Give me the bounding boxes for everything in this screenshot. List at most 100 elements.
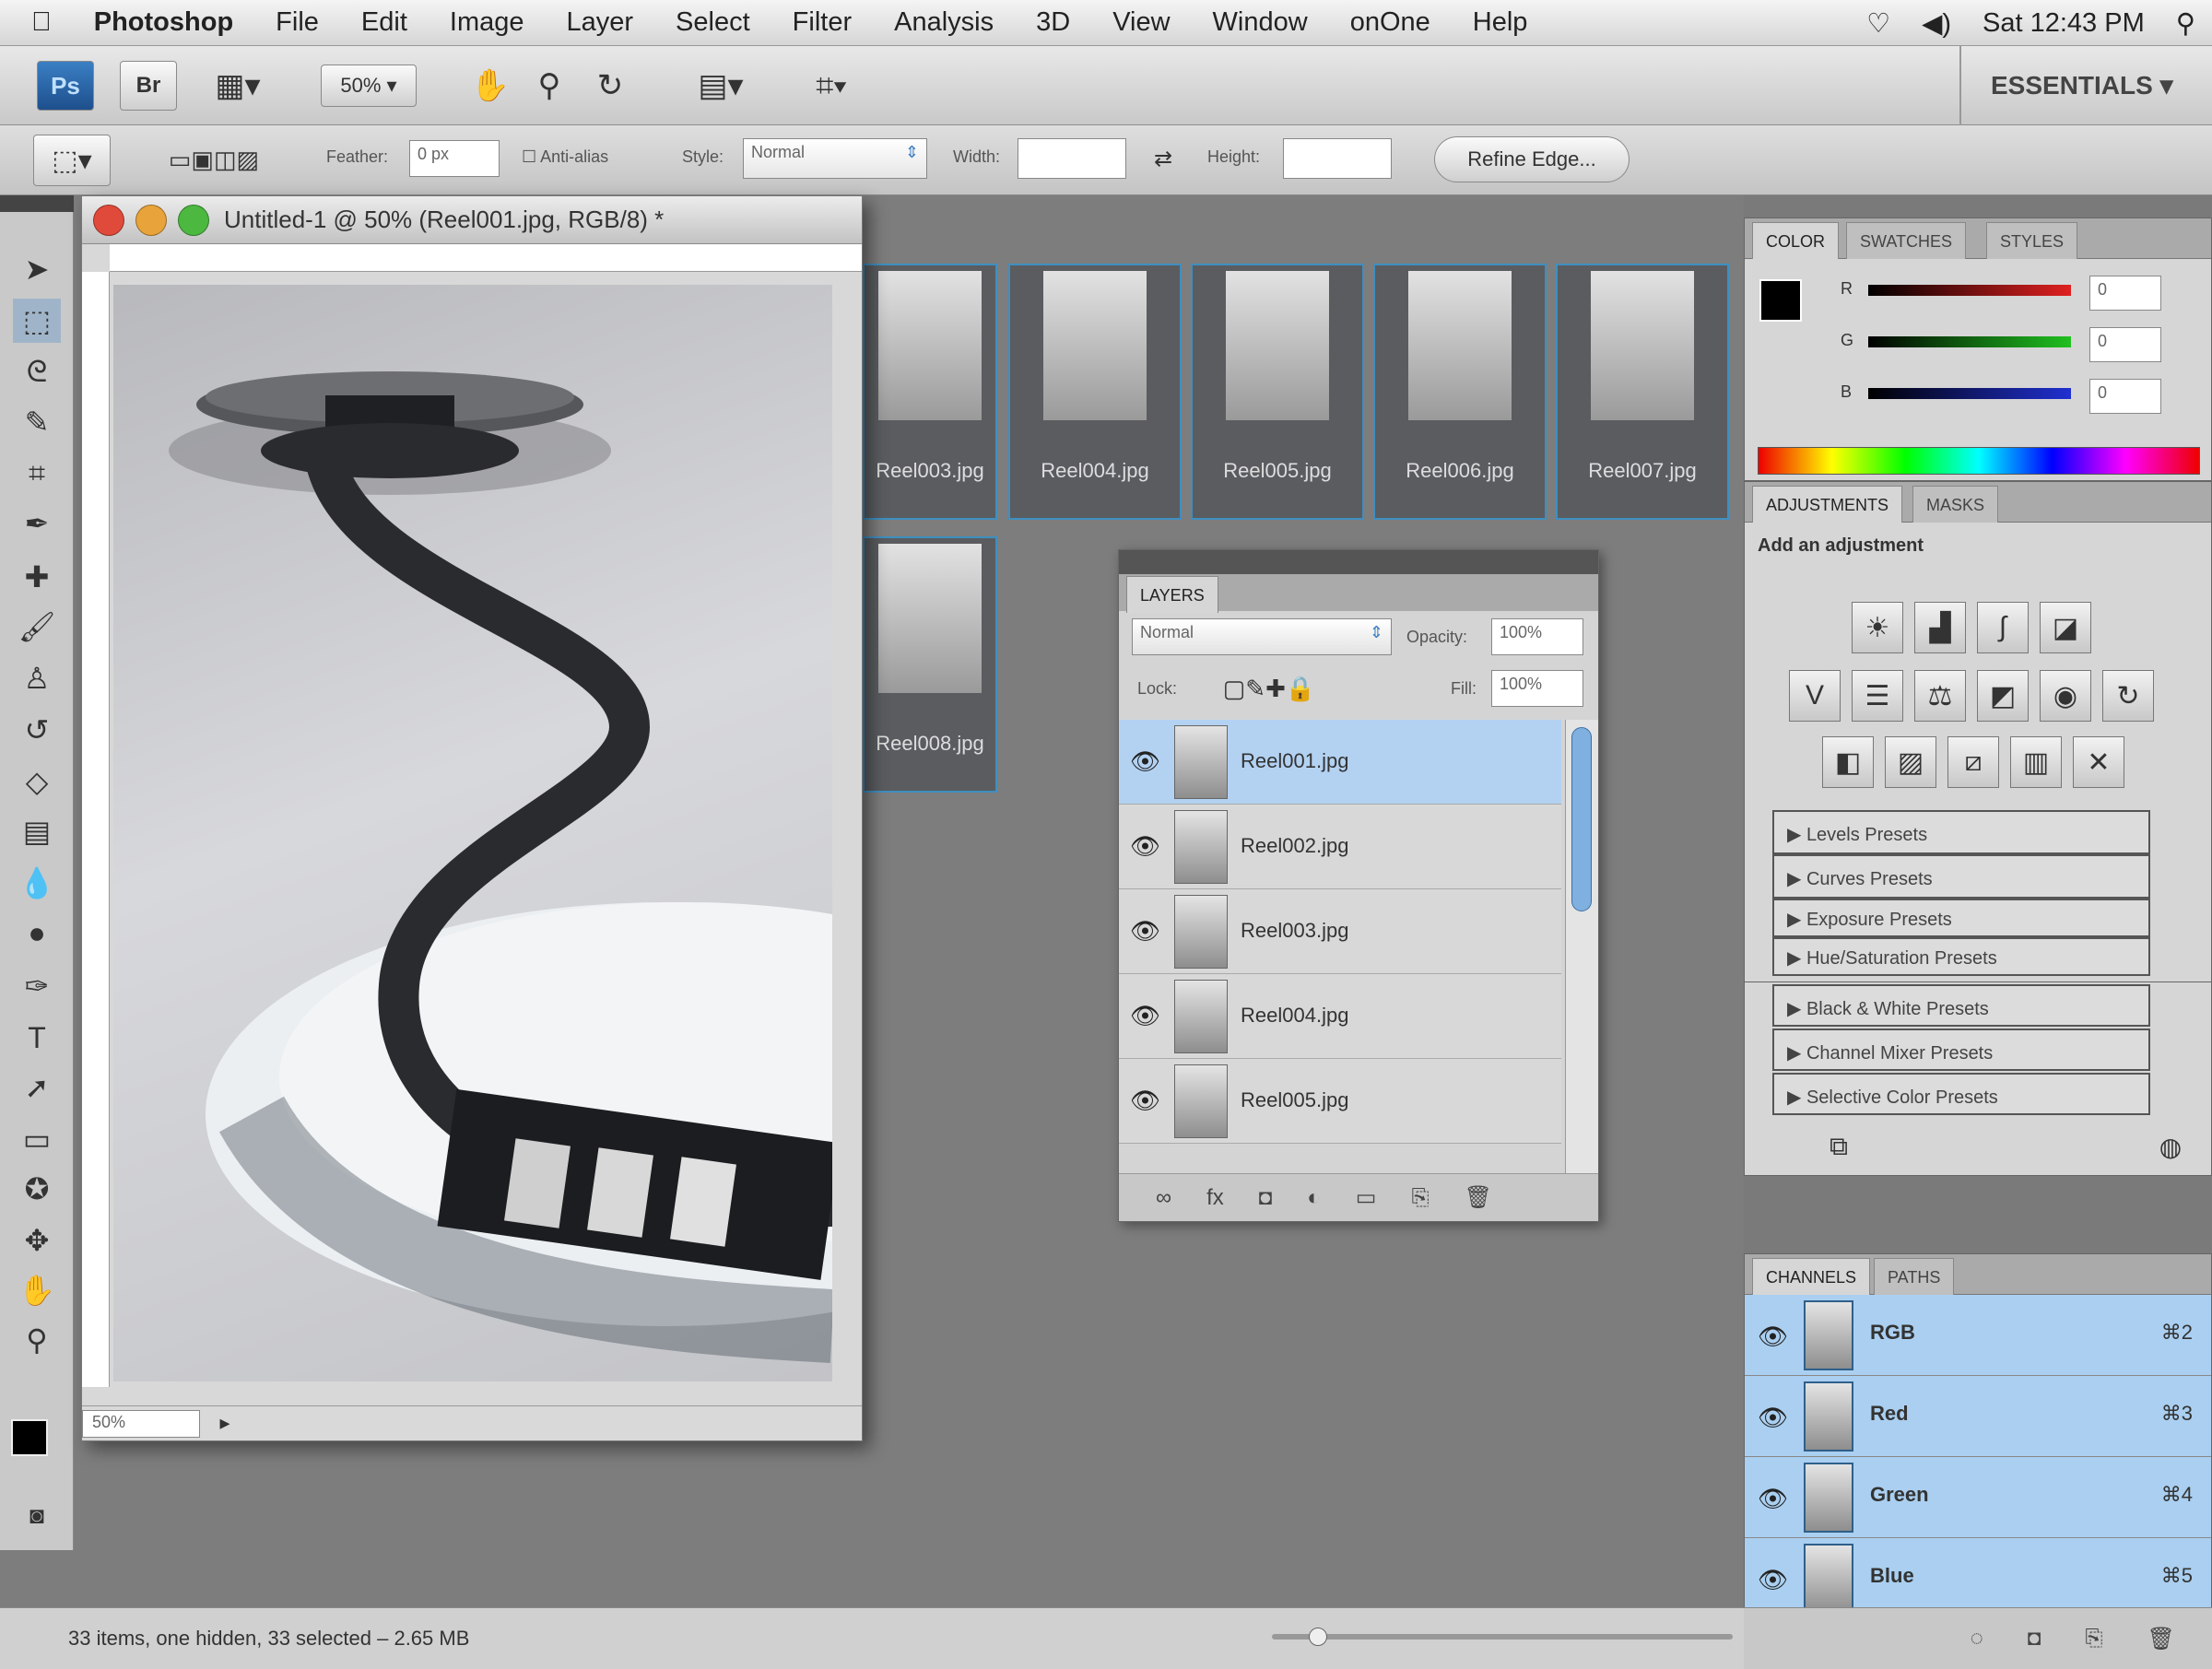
tab-paths[interactable]: PATHS	[1874, 1258, 1955, 1295]
hand-tool-icon[interactable]: ✋	[466, 59, 514, 112]
marquee-tool-icon[interactable]: ⬚	[13, 299, 61, 343]
delete-layer-icon[interactable]: 🗑	[1465, 1184, 1492, 1211]
layer-row[interactable]: 👁 Reel001.jpg	[1119, 720, 1561, 805]
preset-curves[interactable]: ▶ Curves Presets	[1772, 854, 2150, 899]
visibility-eye-icon[interactable]: 👁	[1758, 1404, 1788, 1432]
menu-image[interactable]: Image	[450, 7, 524, 38]
add-mask-icon[interactable]: ◘	[1259, 1185, 1273, 1211]
photoshop-logo-button[interactable]: Ps	[37, 61, 94, 111]
red-value-input[interactable]: 0	[2089, 276, 2161, 311]
close-window-icon[interactable]	[93, 204, 124, 236]
layer-row[interactable]: 👁 Reel005.jpg	[1119, 1059, 1561, 1144]
layer-style-icon[interactable]: fx	[1206, 1185, 1224, 1211]
workspace-switcher[interactable]: ESSENTIALS ▾	[1991, 70, 2173, 100]
selective-color-icon[interactable]: ✕	[2073, 736, 2124, 788]
minimize-window-icon[interactable]	[135, 204, 167, 236]
save-selection-icon[interactable]: ◘	[2028, 1626, 2041, 1651]
layer-row[interactable]: 👁 Reel003.jpg	[1119, 889, 1561, 974]
crop-tool-icon[interactable]: ⌗	[13, 452, 61, 496]
tab-masks[interactable]: MASKS	[1912, 486, 1999, 523]
color-balance-icon[interactable]: ⚖	[1914, 670, 1966, 722]
height-input[interactable]	[1283, 138, 1392, 179]
scrollbar-thumb[interactable]	[1571, 727, 1592, 911]
channel-mixer-icon[interactable]: ↻	[2102, 670, 2154, 722]
levels-icon[interactable]: ▟	[1914, 602, 1966, 653]
antialias-checkbox[interactable]: ☐ Anti-alias	[522, 147, 608, 167]
preset-black-white[interactable]: ▶ Black & White Presets	[1772, 984, 2150, 1027]
clone-stamp-tool-icon[interactable]: ♙	[13, 656, 61, 700]
tool-preset-picker[interactable]: ⬚▾	[33, 135, 111, 186]
document-info-icon[interactable]: ▸	[211, 1408, 239, 1438]
launch-bridge-button[interactable]: Br	[120, 61, 177, 111]
visibility-eye-icon[interactable]: 👁	[1130, 917, 1160, 946]
visibility-eye-icon[interactable]: 👁	[1758, 1485, 1788, 1513]
eraser-tool-icon[interactable]: ◇	[13, 759, 61, 804]
3d-rotate-tool-icon[interactable]: ✪	[13, 1167, 61, 1211]
tab-color[interactable]: COLOR	[1752, 222, 1840, 259]
menu-select[interactable]: Select	[676, 7, 750, 38]
new-group-icon[interactable]: ▭	[1356, 1184, 1377, 1211]
zoom-level-dropdown[interactable]: 50% ▾	[321, 65, 417, 107]
visibility-eye-icon[interactable]: 👁	[1130, 1002, 1160, 1030]
slider-knob[interactable]	[1309, 1628, 1327, 1646]
shape-tool-icon[interactable]: ▭	[13, 1117, 61, 1161]
foreground-color-swatch[interactable]	[1759, 279, 1802, 322]
lock-options-icons[interactable]: ▢✎✚🔒	[1200, 668, 1338, 709]
move-tool-icon[interactable]: ➤	[13, 247, 61, 291]
green-slider-track[interactable]	[1868, 336, 2071, 347]
zoom-window-icon[interactable]	[178, 204, 209, 236]
preset-levels[interactable]: ▶ Levels Presets	[1772, 810, 2150, 854]
menu-help[interactable]: Help	[1473, 7, 1528, 38]
screen-mode-icon[interactable]: ⌗▾	[793, 59, 870, 112]
vertical-ruler[interactable]	[82, 272, 110, 1387]
preset-exposure[interactable]: ▶ Exposure Presets	[1772, 899, 2150, 937]
blur-tool-icon[interactable]: 💧	[13, 861, 61, 905]
feather-input[interactable]: 0 px	[409, 140, 500, 177]
channel-row[interactable]: 👁 RGB ⌘2	[1745, 1295, 2211, 1376]
color-spectrum-ramp[interactable]	[1758, 447, 2200, 475]
menu-layer[interactable]: Layer	[567, 7, 634, 38]
healing-brush-tool-icon[interactable]: ✚	[13, 555, 61, 599]
path-selection-tool-icon[interactable]: ➚	[13, 1065, 61, 1110]
green-value-input[interactable]: 0	[2089, 327, 2161, 362]
selection-mode-icons[interactable]: ▭▣◫▨	[140, 136, 288, 182]
zoom-tool-icon[interactable]: ⚲	[13, 1318, 61, 1362]
thumbnail-item[interactable]: Reel004.jpg	[1008, 264, 1182, 520]
width-input[interactable]	[1018, 138, 1126, 179]
blue-slider-track[interactable]	[1868, 388, 2071, 399]
menu-filter[interactable]: Filter	[793, 7, 852, 38]
black-white-icon[interactable]: ◩	[1977, 670, 2029, 722]
preset-channel-mixer[interactable]: ▶ Channel Mixer Presets	[1772, 1028, 2150, 1071]
spotlight-search-icon[interactable]: ⚲	[2176, 7, 2195, 40]
fill-input[interactable]: 100%	[1491, 670, 1583, 707]
app-menu[interactable]: Photoshop	[94, 7, 233, 38]
eyedropper-tool-icon[interactable]: ✒	[13, 501, 61, 546]
wifi-icon[interactable]: ♡	[1866, 7, 1890, 40]
menu-window[interactable]: Window	[1213, 7, 1308, 38]
style-dropdown[interactable]: Normal ⇕	[743, 138, 927, 179]
history-brush-tool-icon[interactable]: ↺	[13, 708, 61, 752]
document-zoom-field[interactable]: 50%	[82, 1410, 200, 1438]
document-canvas[interactable]	[113, 285, 832, 1381]
volume-icon[interactable]: ◀)	[1922, 7, 1951, 40]
channel-row[interactable]: 👁 Green ⌘4	[1745, 1457, 2211, 1538]
invert-icon[interactable]: ◧	[1822, 736, 1874, 788]
blend-mode-dropdown[interactable]: Normal ⇕	[1132, 618, 1392, 655]
preset-selective-color[interactable]: ▶ Selective Color Presets	[1772, 1073, 2150, 1115]
gradient-tool-icon[interactable]: ▤	[13, 809, 61, 853]
delete-channel-icon[interactable]: 🗑	[2147, 1626, 2175, 1652]
layer-row[interactable]: 👁 Reel004.jpg	[1119, 974, 1561, 1059]
visibility-eye-icon[interactable]: 👁	[1758, 1566, 1788, 1594]
menu-file[interactable]: File	[276, 7, 319, 38]
rotate-view-tool-icon[interactable]: ↻	[586, 59, 634, 112]
arrange-documents-icon[interactable]: ▤▾	[682, 59, 759, 112]
quick-selection-tool-icon[interactable]: ✎	[13, 400, 61, 444]
menu-analysis[interactable]: Analysis	[894, 7, 994, 38]
thumbnail-size-slider[interactable]	[1272, 1628, 1733, 1646]
menu-3d[interactable]: 3D	[1036, 7, 1070, 38]
visibility-eye-icon[interactable]: 👁	[1758, 1322, 1788, 1351]
menu-clock[interactable]: Sat 12:43 PM	[1983, 8, 2145, 39]
visibility-eye-icon[interactable]: 👁	[1130, 747, 1160, 776]
posterize-icon[interactable]: ▨	[1885, 736, 1936, 788]
red-slider-track[interactable]	[1868, 285, 2071, 296]
